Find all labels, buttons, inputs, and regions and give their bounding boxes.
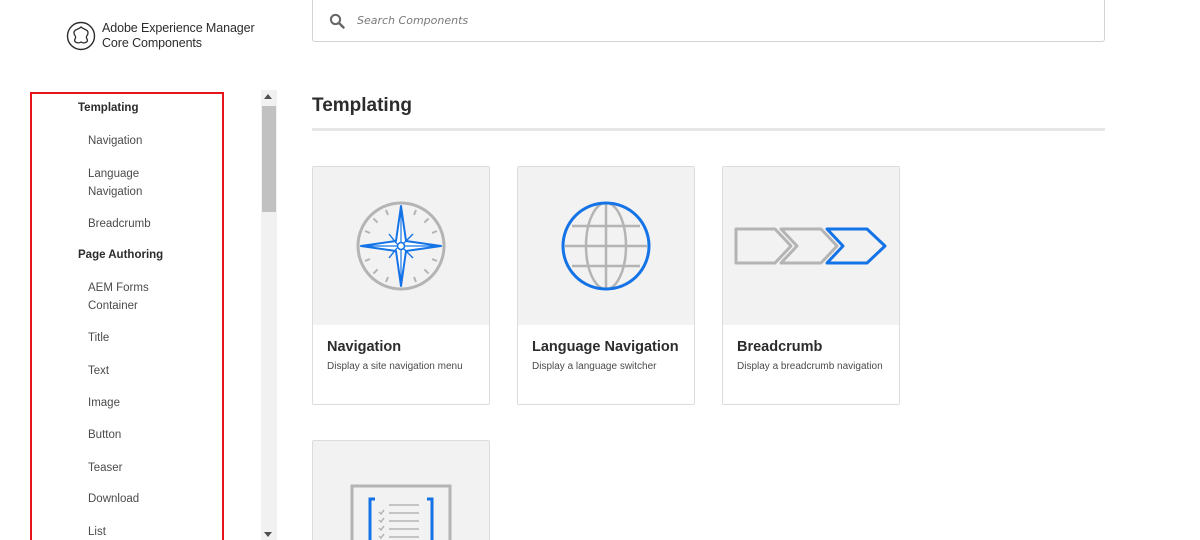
sidebar-item-title[interactable]: Title — [88, 329, 178, 347]
card-media — [313, 441, 489, 540]
aem-logo[interactable]: Adobe Experience Manager Core Components — [66, 21, 255, 51]
sidebar-item-text[interactable]: Text — [88, 362, 178, 380]
sidebar-item-navigation[interactable]: Navigation — [88, 132, 178, 150]
section-title: Templating — [312, 95, 412, 116]
card-title: Navigation — [327, 339, 402, 355]
sidebar-item-language-navigation[interactable]: Language Navigation — [88, 165, 178, 201]
form-checklist-icon — [350, 484, 452, 540]
card-description: Display a breadcrumb navigation — [737, 361, 883, 372]
sidebar-group-page-authoring[interactable]: Page Authoring — [78, 249, 163, 261]
sidebar-item-button[interactable]: Button — [88, 426, 178, 444]
card-media — [723, 167, 899, 325]
card-description: Display a language switcher — [532, 361, 657, 372]
card-description: Display a site navigation menu — [327, 361, 463, 372]
card-media — [313, 167, 489, 325]
card-title: Breadcrumb — [737, 339, 823, 355]
sidebar-group-templating[interactable]: Templating — [78, 102, 138, 114]
scroll-down-arrow-icon[interactable] — [264, 532, 272, 537]
sidebar-item-aem-forms-container[interactable]: AEM Forms Container — [88, 279, 178, 315]
sidebar-nav: Templating Navigation Language Navigatio… — [30, 92, 224, 540]
globe-icon — [561, 201, 651, 291]
sidebar-scrollbar[interactable] — [261, 90, 277, 540]
component-card-forms-container[interactable] — [312, 440, 490, 540]
sidebar-item-image[interactable]: Image — [88, 394, 178, 412]
card-media — [518, 167, 694, 325]
scroll-up-arrow-icon[interactable] — [264, 94, 272, 99]
sidebar-item-list[interactable]: List — [88, 523, 178, 540]
sidebar-item-download[interactable]: Download — [88, 490, 178, 508]
scrollbar-thumb[interactable] — [262, 106, 276, 212]
search-bar[interactable] — [312, 0, 1105, 42]
component-card-navigation[interactable]: Navigation Display a site navigation men… — [312, 166, 490, 405]
breadcrumb-arrows-icon — [734, 227, 887, 265]
search-icon — [329, 13, 345, 29]
section-divider — [312, 128, 1105, 131]
search-input[interactable] — [357, 14, 1057, 27]
adobe-logo-icon — [66, 21, 96, 51]
compass-icon — [356, 201, 446, 291]
component-card-breadcrumb[interactable]: Breadcrumb Display a breadcrumb navigati… — [722, 166, 900, 405]
sidebar-item-teaser[interactable]: Teaser — [88, 459, 178, 477]
logo-text: Adobe Experience Manager Core Components — [102, 21, 255, 51]
logo-subtitle: Core Components — [102, 36, 202, 50]
component-card-language-navigation[interactable]: Language Navigation Display a language s… — [517, 166, 695, 405]
card-title: Language Navigation — [532, 339, 679, 355]
sidebar-item-breadcrumb[interactable]: Breadcrumb — [88, 215, 178, 233]
logo-title: Adobe Experience Manager — [102, 21, 255, 35]
